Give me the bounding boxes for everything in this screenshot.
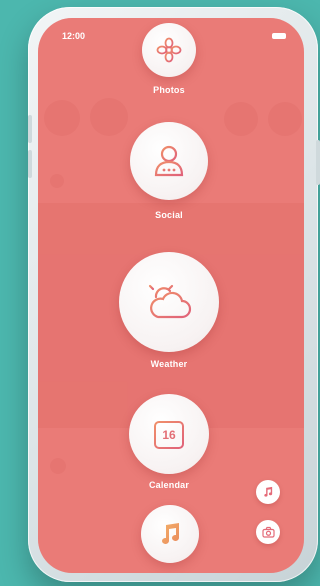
person-icon <box>154 145 184 177</box>
photos-button[interactable] <box>142 23 196 77</box>
phone-side-button <box>28 115 32 143</box>
battery-icon <box>272 33 286 39</box>
quick-music-button[interactable] <box>256 480 280 504</box>
phone-side-button <box>28 150 32 178</box>
weather-button[interactable] <box>119 252 219 352</box>
weather-label: Weather <box>150 359 188 369</box>
flower-icon <box>156 37 182 63</box>
phone-power-button <box>316 140 320 185</box>
phone-screen: 12:00 Photos Social Weather 16 Calendar <box>38 18 304 573</box>
status-time: 12:00 <box>62 31 86 41</box>
camera-icon <box>261 526 275 538</box>
music-note-icon <box>264 486 273 497</box>
music-button[interactable] <box>141 505 199 563</box>
music-note-icon <box>162 523 179 544</box>
calendar-label: Calendar <box>148 480 190 490</box>
social-label: Social <box>155 210 183 220</box>
calendar-button[interactable]: 16 <box>129 394 209 474</box>
cloud-sun-icon <box>144 279 192 319</box>
calendar-day: 16 <box>162 428 176 442</box>
photos-label: Photos <box>153 85 185 95</box>
social-button[interactable] <box>130 122 208 200</box>
quick-camera-button[interactable] <box>256 520 280 544</box>
